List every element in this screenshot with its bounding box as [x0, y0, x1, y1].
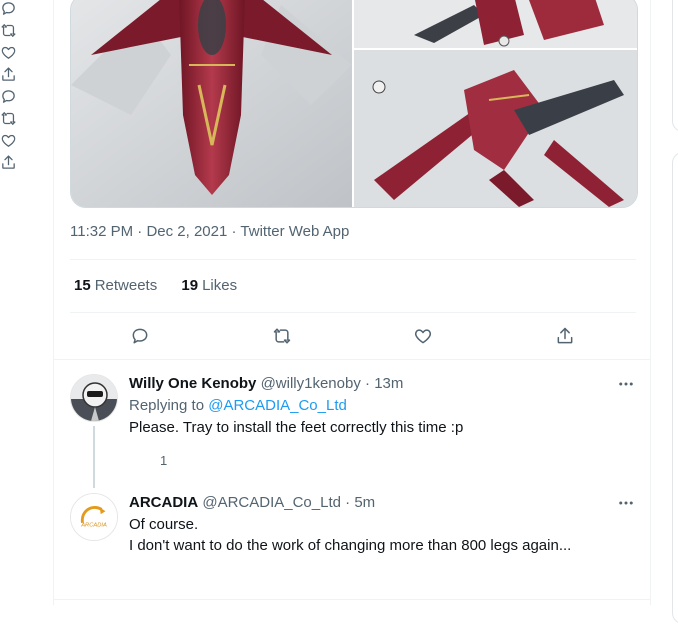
reply-separator: ·	[365, 375, 371, 392]
retweets-count: 15	[74, 277, 91, 294]
tweet-timestamp[interactable]: 11:32 PM · Dec 2, 2021 · Twitter Web App	[70, 223, 349, 240]
tweet-date: Dec 2, 2021	[146, 223, 228, 240]
retweet-button[interactable]	[270, 324, 294, 348]
meta-separator: ·	[231, 223, 237, 240]
reply-text-line2: I don't want to do the work of changing …	[129, 537, 572, 554]
like-icon	[414, 329, 432, 344]
media-photo-2[interactable]	[354, 0, 637, 48]
reply-icon	[2, 2, 15, 15]
reply-icon	[132, 328, 148, 344]
retweets-stat[interactable]: 15 Retweets	[74, 277, 157, 294]
like-icon	[1, 134, 16, 147]
more-button[interactable]	[616, 374, 636, 394]
divider	[70, 259, 636, 260]
sidebar-card-top	[672, 0, 678, 132]
avatar-logo-text: ARCADIA	[80, 523, 107, 529]
tweet-media-grid	[70, 0, 638, 208]
like-icon	[1, 46, 16, 59]
likes-stat[interactable]: 19 Likes	[181, 277, 237, 294]
divider	[54, 359, 650, 360]
reply-count: 1	[160, 453, 168, 468]
tweet-stats: 15 Retweets 19 Likes	[74, 277, 257, 294]
reply-time[interactable]: 13m	[374, 375, 403, 392]
reply-author-name[interactable]: Willy One Kenoby	[129, 375, 256, 392]
reply-text: Please. Tray to install the feet correct…	[129, 419, 464, 436]
media-photo-3[interactable]	[354, 50, 637, 207]
avatar[interactable]: ARCADIA	[70, 493, 118, 541]
retweet-icon	[273, 328, 291, 344]
reply-author-handle[interactable]: @willy1kenoby	[261, 375, 361, 392]
avatar[interactable]	[70, 374, 118, 422]
more-button[interactable]	[616, 493, 636, 513]
meta-separator: ·	[137, 223, 143, 240]
divider	[70, 312, 636, 313]
reply-time[interactable]: 5m	[354, 494, 375, 511]
likes-label: Likes	[202, 277, 238, 294]
replying-to-mention[interactable]: @ARCADIA_Co_Ltd	[208, 397, 347, 414]
divider	[54, 599, 650, 600]
retweets-label: Retweets	[94, 277, 158, 294]
media-photo-1[interactable]	[71, 0, 352, 207]
share-icon	[2, 67, 15, 81]
reply-author-handle[interactable]: @ARCADIA_Co_Ltd	[202, 494, 341, 511]
share-icon	[2, 155, 15, 169]
likes-count: 19	[181, 277, 199, 294]
share-button[interactable]	[553, 324, 577, 348]
reply-header: ARCADIA @ARCADIA_Co_Ltd · 5m	[129, 494, 375, 511]
retweet-icon	[1, 112, 16, 125]
reply-icon	[2, 90, 15, 103]
reply-author-name[interactable]: ARCADIA	[129, 494, 198, 511]
retweet-icon	[1, 24, 16, 37]
reply-separator: ·	[345, 494, 351, 511]
thread-line	[93, 426, 95, 488]
like-button[interactable]	[411, 324, 435, 348]
more-icon	[619, 382, 633, 386]
reply-header: Willy One Kenoby @willy1kenoby · 13m	[129, 375, 403, 392]
more-icon	[619, 501, 633, 505]
reply-button[interactable]	[128, 324, 152, 348]
replying-to: Replying to @ARCADIA_Co_Ltd	[129, 397, 347, 414]
sidebar-card-bottom	[672, 152, 678, 624]
reply-text-line1: Of course.	[129, 516, 199, 533]
tweet-time: 11:32 PM	[70, 223, 134, 240]
tweet-client[interactable]: Twitter Web App	[240, 223, 349, 240]
replying-to-label: Replying to	[129, 397, 205, 414]
share-icon	[557, 327, 573, 344]
